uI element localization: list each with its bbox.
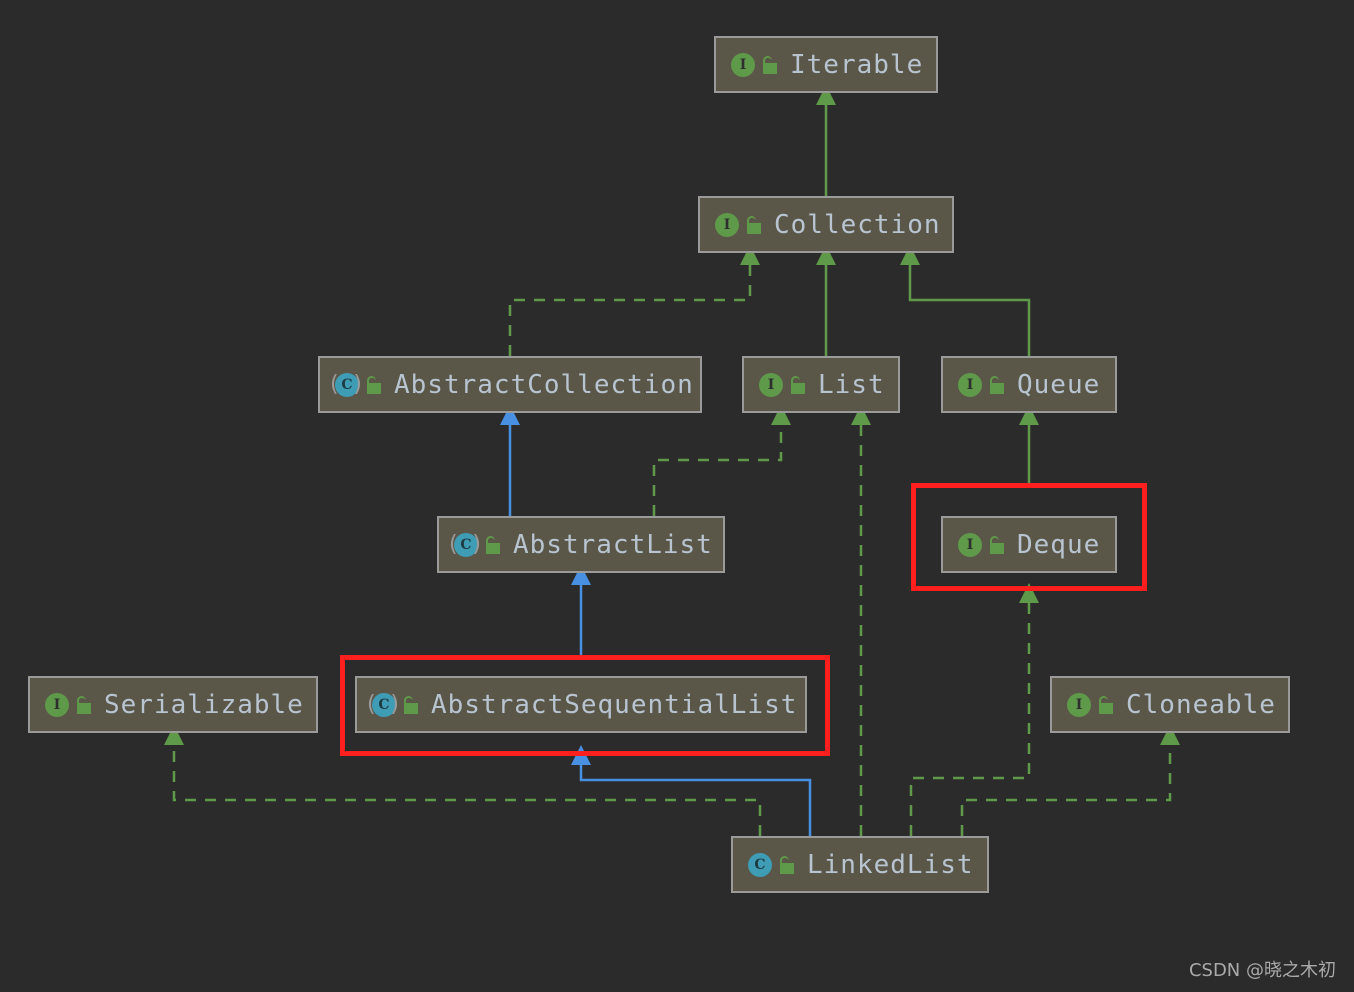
node-label-linkedlist: LinkedList [807,849,974,880]
node-label-serializable: Serializable [104,689,304,720]
unlocked-padlock-icon [788,374,808,396]
node-cloneable[interactable]: I Cloneable [1050,676,1290,733]
node-label-deque: Deque [1017,529,1101,560]
node-deque[interactable]: I Deque [941,516,1117,573]
abstract-class-c-icon: C() [449,531,481,557]
node-label-abstractsequentiallist: AbstractSequentialList [431,689,798,720]
interface-i-icon: I [728,51,756,79]
class-hierarchy-diagram [164,85,1180,836]
unlocked-padlock-icon [74,694,94,716]
unlocked-padlock-icon [777,854,797,876]
node-abstractcollection[interactable]: C() AbstractCollection [318,356,702,413]
node-label-collection: Collection [774,209,941,240]
node-queue[interactable]: I Queue [941,356,1117,413]
abstract-class-c-icon: C() [367,691,399,717]
interface-i-icon: I [712,211,740,239]
unlocked-padlock-icon [987,374,1007,396]
edge-queue-to-collection [908,260,1031,356]
unlocked-padlock-icon [364,374,384,396]
node-abstractlist[interactable]: C() AbstractList [437,516,725,573]
node-label-iterable: Iterable [790,49,924,80]
node-linkedlist[interactable]: C LinkedList [731,836,989,893]
interface-i-icon: I [955,371,983,399]
unlocked-padlock-icon [483,534,503,556]
node-list[interactable]: I List [742,356,900,413]
node-collection[interactable]: I Collection [698,196,954,253]
interface-i-icon: I [42,691,70,719]
node-label-abstractcollection: AbstractCollection [394,369,694,400]
node-label-list: List [818,369,885,400]
unlocked-padlock-icon [744,214,764,236]
edge-abstractlist-to-list [652,420,783,516]
node-label-cloneable: Cloneable [1126,689,1276,720]
edge-linkedlist-to-serializable [172,740,762,836]
node-iterable[interactable]: I Iterable [714,36,938,93]
unlocked-padlock-icon [987,534,1007,556]
unlocked-padlock-icon [760,54,780,76]
node-abstractsequentiallist[interactable]: C() AbstractSequentialList [355,676,807,733]
edge-linkedlist-to-abstractsequentiallist [579,760,812,836]
watermark: CSDN @晓之木初 [1188,960,1336,981]
edge-linkedlist-to-cloneable [960,740,1172,836]
edge-abstractcollection-to-collection [508,260,752,356]
interface-i-icon: I [955,531,983,559]
class-c-icon: C [745,851,773,879]
interface-i-icon: I [756,371,784,399]
unlocked-padlock-icon [401,694,421,716]
node-label-abstractlist: AbstractList [513,529,713,560]
unlocked-padlock-icon [1096,694,1116,716]
edge-arrowhead-linkedlist-to-abstractsequentiallist [571,745,591,765]
interface-i-icon: I [1064,691,1092,719]
node-label-queue: Queue [1017,369,1101,400]
edge-arrowhead-linkedlist-to-deque [1019,583,1039,603]
node-serializable[interactable]: I Serializable [28,676,318,733]
abstract-class-c-icon: C() [330,371,362,397]
